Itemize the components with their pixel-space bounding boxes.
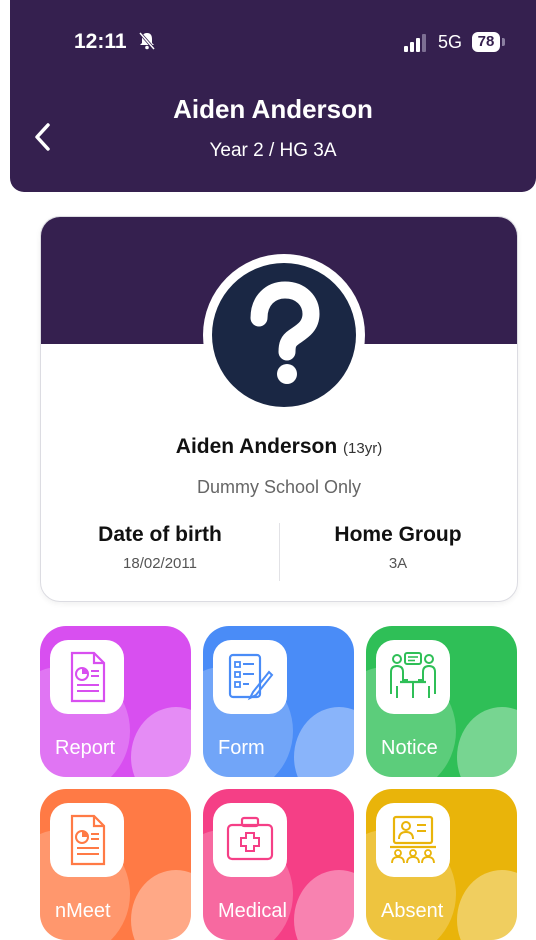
signal-icon — [404, 34, 426, 52]
school-name: Dummy School Only — [196, 477, 362, 497]
tile-icon-box — [213, 640, 287, 714]
tile-icon-box — [213, 803, 287, 877]
status-time: 12:11 — [74, 30, 127, 53]
tile-label: Absent — [381, 900, 444, 922]
student-profile-card: Aiden Anderson (13yr) Dummy School Only … — [40, 216, 518, 602]
home-group-section: Home Group 3A — [279, 523, 517, 572]
tile-label: Medical — [218, 900, 287, 922]
tile-label: Notice — [381, 737, 438, 759]
tile-label: nMeet — [55, 900, 111, 922]
battery-tip — [502, 38, 505, 46]
meeting-report-icon — [70, 814, 106, 866]
battery-indicator: 78 — [472, 32, 500, 52]
tile-medical[interactable]: Medical — [203, 789, 354, 940]
tile-label: Form — [218, 737, 265, 759]
tile-decoration — [294, 870, 354, 940]
dob-label: Date of birth — [98, 523, 222, 546]
tile-decoration — [294, 707, 354, 777]
dob-section: Date of birth 18/02/2011 — [41, 523, 279, 572]
tile-decoration — [131, 870, 191, 940]
notice-icon — [390, 652, 436, 698]
tile-label: Report — [55, 737, 116, 759]
home-group-label: Home Group — [334, 523, 462, 546]
tile-form[interactable]: Form — [203, 626, 354, 777]
student-name-text: Aiden Anderson — [175, 435, 338, 458]
page-title: Aiden Anderson — [173, 94, 373, 124]
tile-absent[interactable]: Absent — [366, 789, 517, 940]
tile-notice[interactable]: Notice — [366, 626, 517, 777]
bell-muted-icon — [138, 32, 156, 50]
dob-value: 18/02/2011 — [123, 555, 197, 572]
tile-report[interactable]: Report — [40, 626, 191, 777]
avatar — [212, 263, 356, 407]
tile-icon-box — [50, 803, 124, 877]
tile-icon-box — [50, 640, 124, 714]
tile-decoration — [457, 707, 517, 777]
question-mark-icon — [250, 281, 320, 384]
tile-icon-box — [376, 640, 450, 714]
student-name: Aiden Anderson (13yr) — [41, 435, 517, 459]
student-age: (13yr) — [343, 440, 383, 457]
app-header: 12:11 5G 78 Aiden Anderson Year 2 / HG 3… — [10, 0, 536, 192]
home-group-value: 3A — [388, 555, 408, 572]
page-subtitle: Year 2 / HG 3A — [209, 140, 337, 161]
tile-decoration — [131, 707, 191, 777]
tile-icon-box — [376, 803, 450, 877]
status-bar: 12:11 5G 78 — [10, 0, 536, 60]
absent-icon — [390, 815, 436, 864]
tile-decoration — [457, 870, 517, 940]
network-type: 5G — [438, 32, 463, 52]
medical-kit-icon — [226, 816, 274, 861]
report-icon — [70, 651, 106, 703]
tile-nmeet[interactable]: nMeet — [40, 789, 191, 940]
form-icon — [228, 653, 274, 701]
